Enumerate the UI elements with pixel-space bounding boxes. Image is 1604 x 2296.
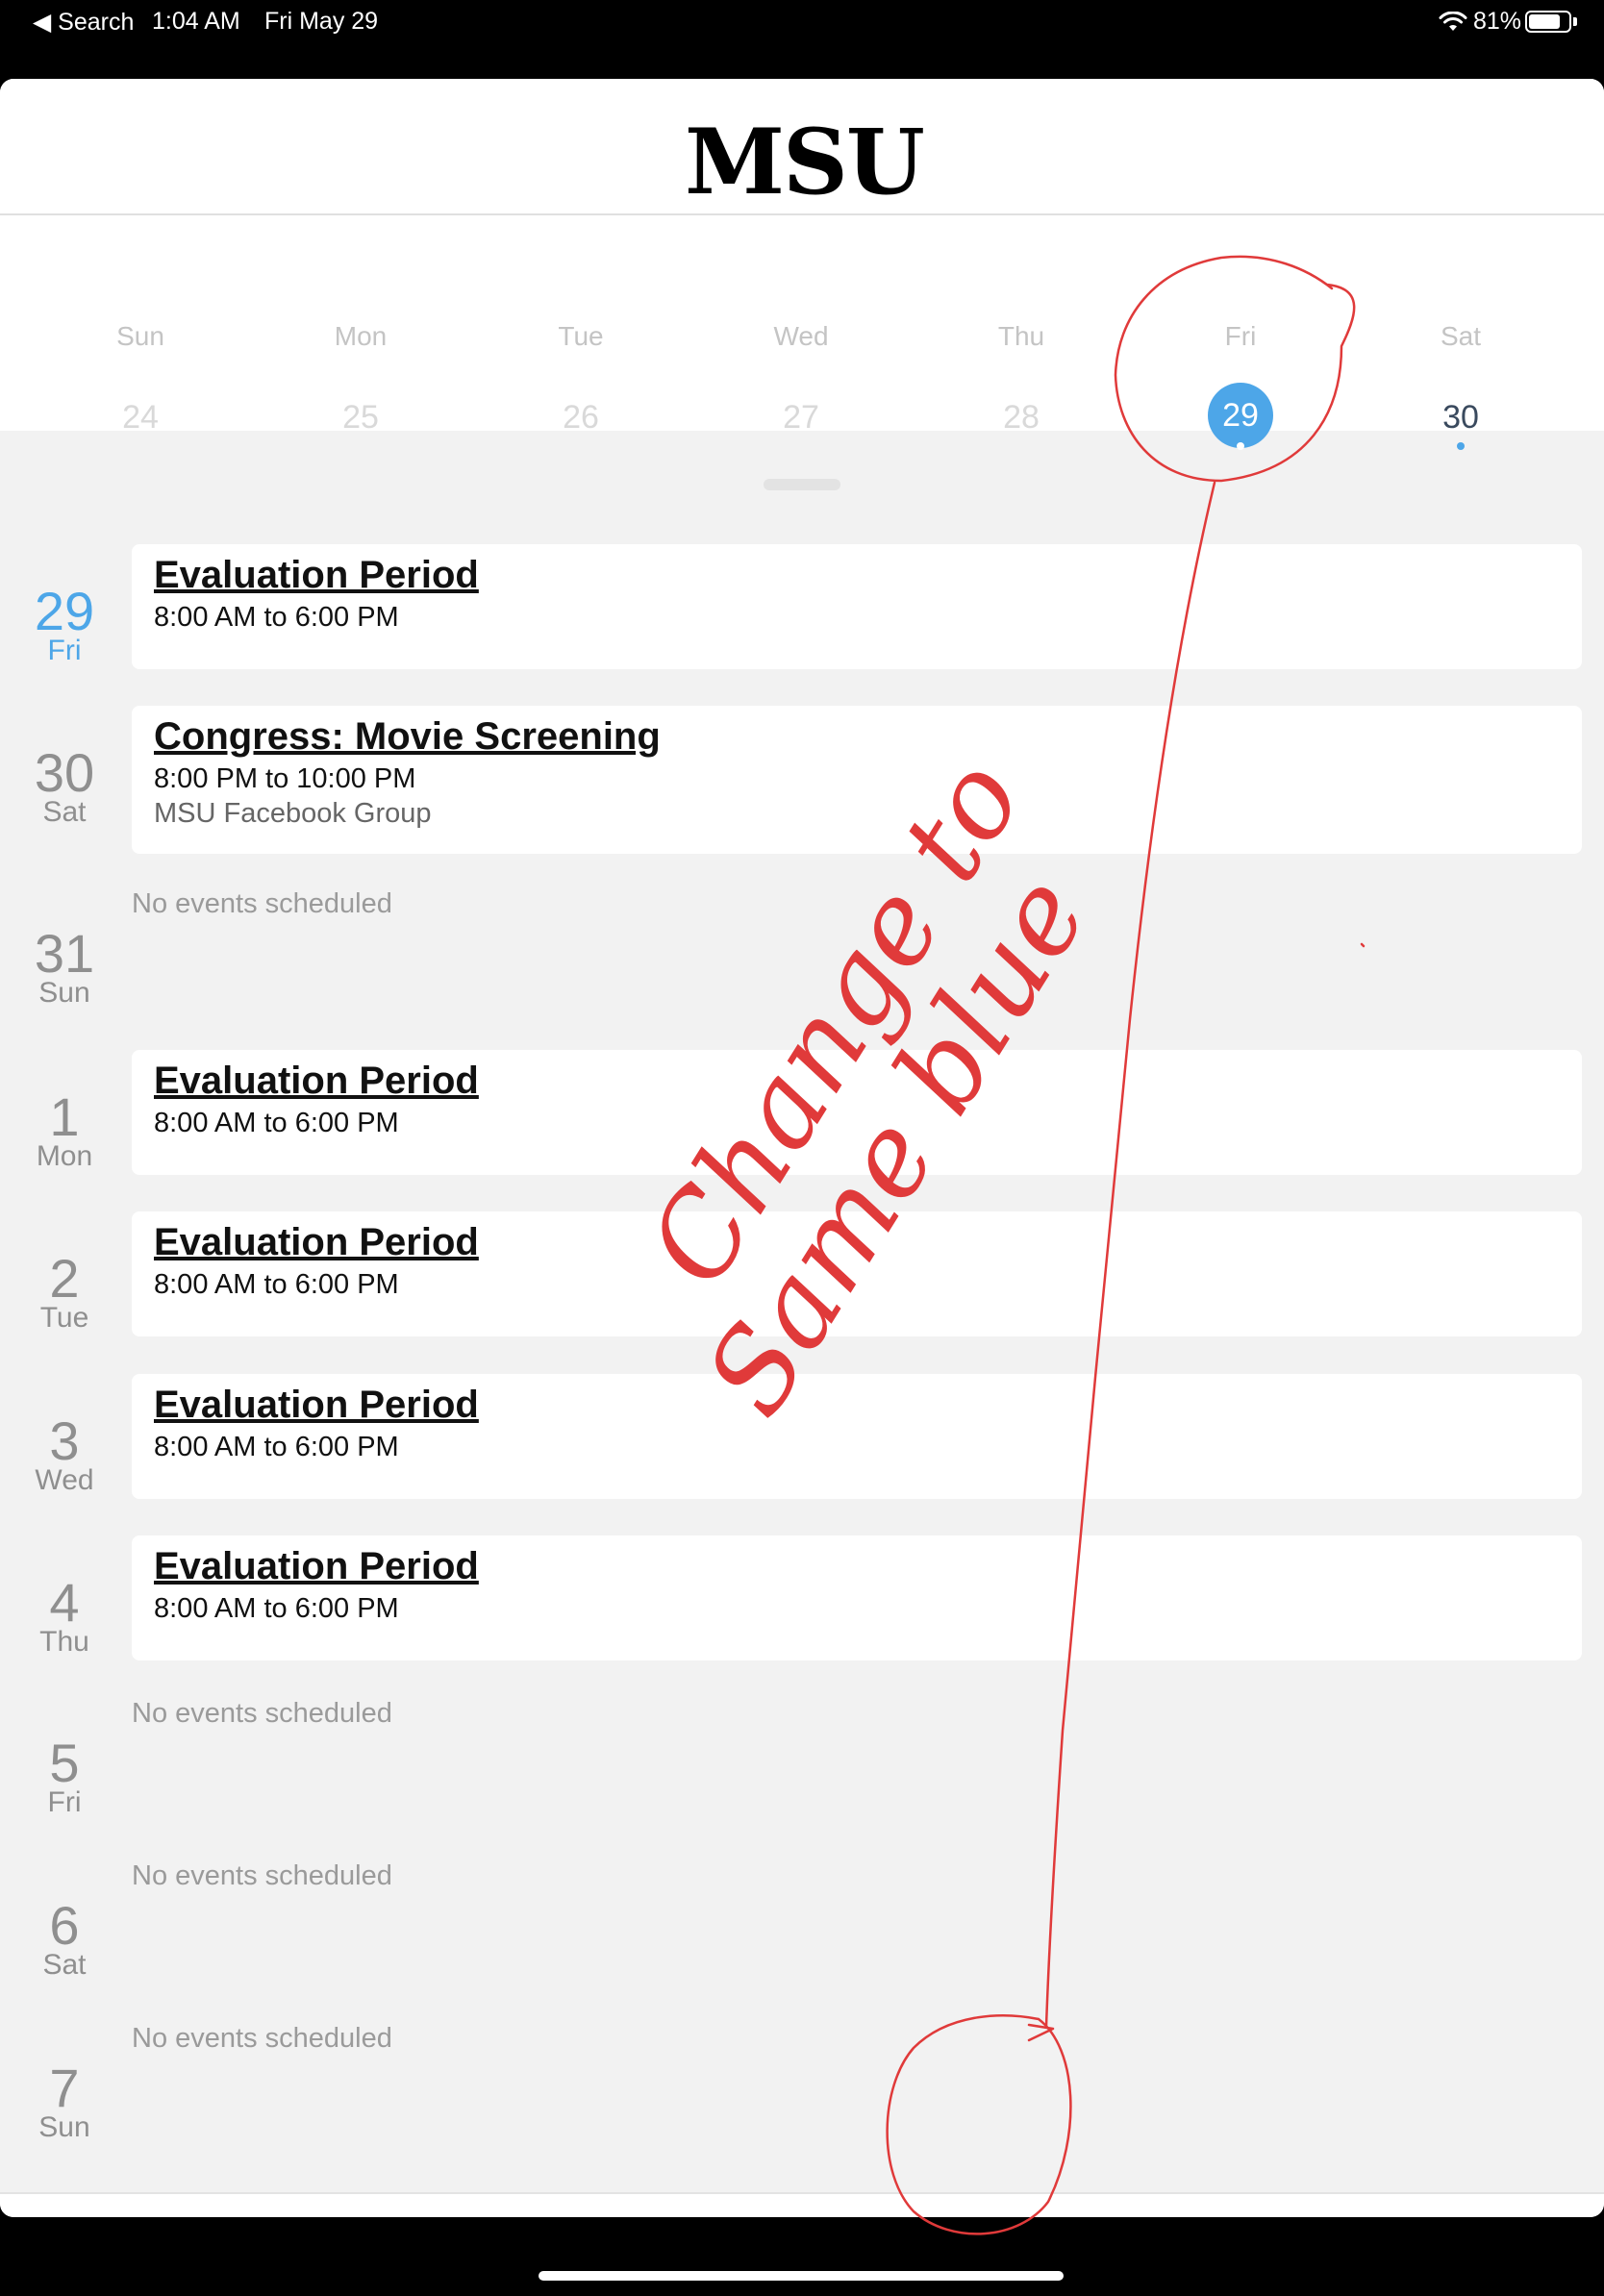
- agenda-day-name: Mon: [36, 1140, 93, 1172]
- agenda-day-number: 3: [49, 1410, 80, 1471]
- week-day-number[interactable]: 26: [523, 400, 639, 435]
- event-time: 8:00 AM to 6:00 PM: [154, 602, 399, 633]
- week-day-wed[interactable]: Wed 27: [743, 79, 859, 444]
- week-day-sun[interactable]: Sun 24: [83, 79, 198, 444]
- week-day-name: Mon: [334, 321, 388, 351]
- event-location: MSU Facebook Group: [154, 798, 432, 829]
- no-events-text: No events scheduled: [132, 2023, 392, 2054]
- week-day-name: Wed: [773, 321, 829, 351]
- battery-icon: [1525, 11, 1571, 33]
- tab-calendar[interactable]: Calendar: [802, 2194, 1203, 2217]
- agenda-day-number: 7: [49, 2058, 80, 2118]
- event-title-link[interactable]: Congress: Movie Screening: [154, 715, 661, 759]
- agenda-day-name: Thu: [39, 1626, 89, 1658]
- agenda-day-number: 30: [34, 742, 95, 803]
- status-date: Fri May 29: [264, 8, 379, 35]
- event-time: 8:00 AM to 6:00 PM: [154, 1108, 399, 1138]
- week-day-name: Sun: [116, 321, 164, 351]
- event-title-link[interactable]: Evaluation Period: [154, 1545, 479, 1588]
- event-time: 8:00 AM to 6:00 PM: [154, 1269, 399, 1300]
- week-day-name: Sat: [1440, 321, 1482, 351]
- no-events-text: No events scheduled: [132, 1698, 392, 1729]
- event-card[interactable]: Evaluation Period 8:00 AM to 6:00 PM: [132, 1211, 1582, 1336]
- week-strip[interactable]: Sun 24 Mon 25 Tue 26 Wed 27 Thu 28 Fri 29 Sat 30: [0, 215, 1604, 450]
- battery-percent: 81%: [1473, 8, 1522, 35]
- agenda-day-number: 31: [34, 923, 95, 984]
- back-to-search-link[interactable]: ◀ Search: [33, 8, 134, 37]
- battery-tip: [1573, 17, 1577, 26]
- event-card[interactable]: Evaluation Period 8:00 AM to 6:00 PM: [132, 1050, 1582, 1175]
- agenda-day-number: 1: [49, 1086, 80, 1147]
- no-events-text: No events scheduled: [132, 888, 392, 919]
- tab-resources[interactable]: Resources: [401, 2194, 802, 2217]
- event-time: 8:00 AM to 6:00 PM: [154, 1593, 399, 1624]
- app-window: MSU Sun 24 Mon 25 Tue 26 Wed 27 Thu 28 Fri 29 Sat 30 …: [0, 79, 1604, 2217]
- home-indicator[interactable]: [539, 2271, 1064, 2281]
- event-card[interactable]: Evaluation Period 8:00 AM to 6:00 PM: [132, 1374, 1582, 1499]
- status-bar: ◀ Search 1:04 AM Fri May 29 81%: [0, 0, 1604, 58]
- week-day-number[interactable]: 28: [964, 400, 1079, 435]
- agenda-day-number: 29: [34, 581, 95, 641]
- event-card[interactable]: Congress: Movie Screening 8:00 PM to 10:0…: [132, 706, 1582, 854]
- tab-posts[interactable]: Posts: [0, 2194, 401, 2217]
- event-indicator-dot: [1237, 442, 1244, 450]
- agenda-day-name: Fri: [47, 635, 82, 666]
- week-day-sat[interactable]: Sat 30: [1403, 79, 1518, 450]
- wifi-icon: [1439, 12, 1467, 31]
- week-day-number[interactable]: 30: [1403, 400, 1518, 435]
- agenda-day-name: Sun: [38, 2111, 90, 2143]
- week-day-number[interactable]: 24: [83, 400, 198, 435]
- week-day-name: Tue: [558, 321, 604, 351]
- no-events-text: No events scheduled: [132, 1860, 392, 1891]
- week-day-mon[interactable]: Mon 25: [303, 79, 418, 444]
- agenda-day-name: Sat: [42, 1949, 87, 1981]
- event-title-link[interactable]: Evaluation Period: [154, 1060, 479, 1103]
- week-day-fri[interactable]: Fri 29: [1183, 79, 1298, 450]
- week-day-number[interactable]: 27: [743, 400, 859, 435]
- event-time: 8:00 AM to 6:00 PM: [154, 1432, 399, 1462]
- week-day-name: Fri: [1224, 321, 1257, 351]
- agenda-day-name: Wed: [35, 1464, 94, 1496]
- event-title-link[interactable]: Evaluation Period: [154, 1384, 479, 1427]
- week-day-name: Thu: [997, 321, 1045, 351]
- event-time: 8:00 PM to 10:00 PM: [154, 763, 416, 794]
- agenda-day-number: 2: [49, 1248, 80, 1309]
- week-day-thu[interactable]: Thu 28: [964, 79, 1079, 444]
- tab-congress[interactable]: Congress: [1203, 2194, 1604, 2217]
- event-card[interactable]: Evaluation Period 8:00 AM to 6:00 PM: [132, 544, 1582, 669]
- event-title-link[interactable]: Evaluation Period: [154, 1221, 479, 1264]
- agenda-day-name: Tue: [39, 1302, 89, 1334]
- agenda-day-number: 4: [49, 1572, 80, 1633]
- agenda-day-number: 6: [49, 1895, 80, 1956]
- event-card[interactable]: Evaluation Period 8:00 AM to 6:00 PM: [132, 1535, 1582, 1660]
- tab-bar: PostsResourcesCalendarCongress: [0, 2192, 1604, 2217]
- status-time: 1:04 AM: [152, 8, 240, 35]
- week-day-number[interactable]: 29: [1208, 383, 1273, 448]
- event-indicator-dot: [1457, 442, 1465, 450]
- agenda-day-name: Sun: [38, 977, 90, 1009]
- event-title-link[interactable]: Evaluation Period: [154, 554, 479, 597]
- week-day-number[interactable]: 25: [303, 400, 418, 435]
- agenda-day-name: Fri: [47, 1786, 82, 1818]
- week-day-tue[interactable]: Tue 26: [523, 79, 639, 444]
- agenda-day-name: Sat: [42, 796, 87, 828]
- agenda-day-number: 5: [49, 1733, 80, 1793]
- week-strip-drag-handle[interactable]: [764, 479, 840, 490]
